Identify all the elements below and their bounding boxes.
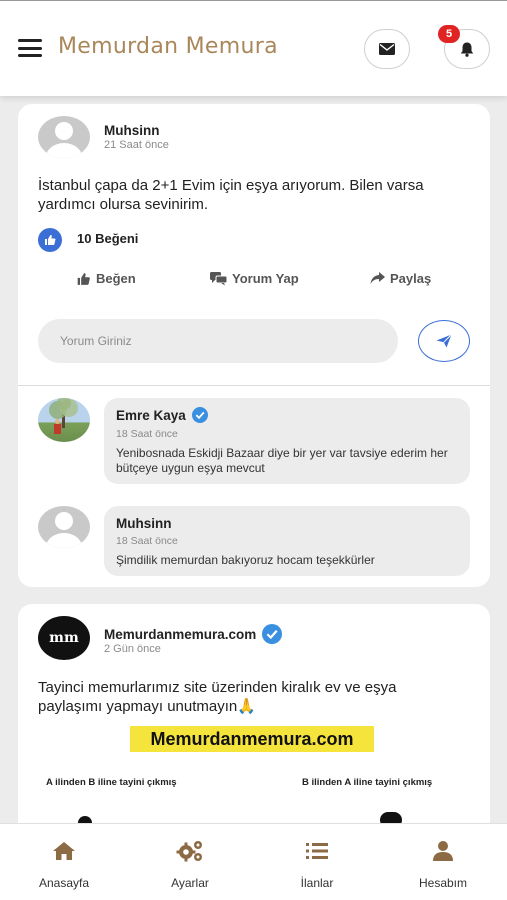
- verified-badge-icon: [262, 624, 283, 644]
- post-time: 21 Saat önce: [104, 139, 169, 151]
- user-icon: [433, 841, 453, 861]
- post-author[interactable]: Memurdanmemura.com: [104, 627, 256, 642]
- nav-label: Hesabım: [418, 876, 468, 890]
- menu-icon[interactable]: [18, 39, 42, 57]
- info-right: B ilinden A iline tayini çıkmış: [302, 777, 433, 788]
- nav-account[interactable]: Hesabım: [398, 838, 488, 890]
- comment-input[interactable]: [38, 319, 398, 363]
- bottom-navigation: Anasayfa Ayarlar İlanlar Hesabım: [0, 823, 507, 900]
- share-button[interactable]: Paylaş: [370, 271, 431, 286]
- comment-bubble: Muhsinn 18 Saat önce Şimdilik memurdan b…: [104, 506, 470, 576]
- notification-badge: 5: [438, 25, 460, 43]
- avatar[interactable]: [38, 506, 90, 548]
- messages-button[interactable]: [364, 29, 410, 69]
- post-time: 2 Gün önce: [104, 643, 161, 655]
- share-icon: [370, 272, 385, 284]
- comment-text: Yenibosnada Eskidji Bazaar diye bir yer …: [116, 446, 448, 475]
- divider: [18, 385, 490, 386]
- post-card: Muhsinn 21 Saat önce İstanbul çapa da 2+…: [18, 104, 490, 587]
- share-label: Paylaş: [390, 271, 432, 286]
- send-icon: [436, 334, 452, 348]
- like-button[interactable]: Beğen: [76, 271, 136, 286]
- avatar[interactable]: [38, 398, 90, 442]
- post-text: Tayinci memurlarımız site üzerinden kira…: [38, 679, 397, 715]
- post-author[interactable]: Muhsinn: [104, 123, 160, 138]
- post-text: İstanbul çapa da 2+1 Evim için eşya arıy…: [38, 177, 424, 213]
- nav-home[interactable]: Anasayfa: [19, 838, 109, 890]
- comment-author[interactable]: Muhsinn: [116, 516, 172, 531]
- top-app-bar: Memurdan Memura 5: [0, 0, 507, 96]
- nav-settings[interactable]: Ayarlar: [145, 838, 235, 890]
- comment-time: 18 Saat önce: [116, 535, 178, 547]
- comment-label: Yorum Yap: [232, 271, 299, 286]
- app-title: Memurdan Memura: [58, 34, 278, 59]
- comments-icon: [210, 271, 227, 285]
- home-icon: [53, 842, 75, 860]
- nav-label: Anasayfa: [38, 876, 90, 890]
- comment-text: Şimdilik memurdan bakıyoruz hocam teşekk…: [116, 553, 375, 567]
- like-count: 10 Beğeni: [77, 231, 139, 246]
- nav-listings[interactable]: İlanlar: [272, 838, 362, 890]
- avatar[interactable]: [38, 116, 90, 158]
- gears-icon: [176, 841, 202, 862]
- comment-time: 18 Saat önce: [116, 428, 178, 440]
- avatar[interactable]: mm: [38, 616, 90, 660]
- list-icon: [306, 843, 328, 859]
- promo-banner: Memurdanmemura.com: [130, 726, 374, 752]
- nav-label: İlanlar: [300, 876, 334, 890]
- envelope-icon: [379, 43, 395, 55]
- comment-author[interactable]: Emre Kaya: [116, 408, 186, 423]
- comment-button[interactable]: Yorum Yap: [210, 271, 299, 286]
- like-count-icon: [38, 228, 62, 252]
- nav-label: Ayarlar: [171, 876, 209, 890]
- thumbs-up-icon: [77, 272, 90, 285]
- verified-badge-icon: [191, 407, 208, 423]
- comment-bubble: Emre Kaya 18 Saat önce Yenibosnada Eskid…: [104, 398, 470, 484]
- info-left: A ilinden B iline tayini çıkmış: [46, 777, 177, 788]
- like-label: Beğen: [96, 271, 136, 286]
- post-card: mm Memurdanmemura.com 2 Gün önce Tayinci…: [18, 604, 490, 844]
- send-comment-button[interactable]: [418, 320, 470, 362]
- bell-icon: [460, 42, 474, 57]
